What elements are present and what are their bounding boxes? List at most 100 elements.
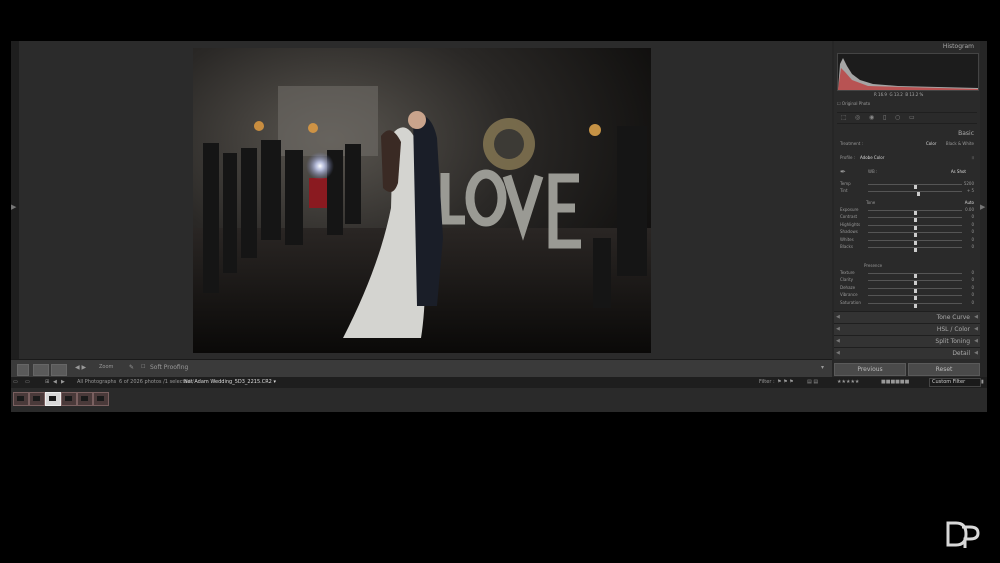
filmstrip-thumbnail[interactable] [93,392,109,406]
slider-track[interactable] [868,273,962,278]
color-label-filter[interactable]: ■■■■■■ [881,379,909,385]
main-window-icon[interactable]: ▭ [13,379,18,385]
slider-label: Exposure [840,207,859,212]
filmstrip-thumbnail[interactable] [13,392,29,406]
slider-knob[interactable] [914,303,917,308]
collapse-right-panel-icon[interactable]: ▶ [980,203,987,211]
wb-dropdown[interactable]: As Shot [951,169,966,174]
slider-track[interactable] [868,302,962,308]
filter-toggle-icons[interactable]: ▤ ▤ [807,379,818,385]
slider-value[interactable]: + 5 [967,188,974,193]
slider-track[interactable] [868,191,962,196]
filter-lock-icon[interactable]: ▮ [981,379,984,385]
slider-value[interactable]: 0 [971,300,974,305]
slider-track[interactable] [868,184,962,189]
spot-tool-icon[interactable]: ✎ [129,364,134,371]
wb-eyedropper-icon[interactable]: ✒ [840,168,846,176]
slider-value[interactable]: 0.00 [965,207,974,212]
presence-vibrance-slider[interactable]: Vibrance 0 [840,292,974,301]
filmstrip-thumbnail[interactable] [61,392,77,406]
prev-next-icon[interactable]: ◀ ▶ [75,364,86,371]
source-label[interactable]: All Photographs [77,379,116,385]
flag-filter-icons[interactable]: ⚑ ⚑ ⚑ [777,379,794,385]
section-detail[interactable]: ◀ Detail ◀ [834,347,980,359]
compare-view-button[interactable] [51,364,67,376]
spot-removal-icon[interactable]: ◎ [855,114,860,121]
adjustment-brush-icon[interactable]: ▭ [909,114,915,121]
slider-track[interactable] [868,280,962,286]
treatment-bw-option[interactable]: Black & White [946,141,974,146]
filmstrip-thumbnail-selected[interactable] [45,392,61,406]
slider-track[interactable] [868,232,962,238]
graduated-filter-icon[interactable]: ▯ [883,114,886,121]
slider-knob[interactable] [916,192,920,196]
expand-left-panel-icon[interactable]: ▶ [11,203,16,211]
slider-track[interactable] [868,239,962,245]
slider-track[interactable] [868,210,962,215]
slider-track[interactable] [868,217,962,223]
basic-title[interactable]: Basic [958,130,974,137]
tone-exposure-slider[interactable]: Exposure 0.00 [840,207,974,215]
presence-texture-slider[interactable]: Texture 0 [840,270,974,278]
slider-track[interactable] [868,287,962,293]
slider-value[interactable]: 0 [971,277,974,282]
tone-shadows-slider[interactable]: Shadows 0 [840,229,974,238]
second-window-icon[interactable]: ▭ [25,379,30,385]
profile-dropdown[interactable]: Adobe Color [860,155,884,160]
red-eye-icon[interactable]: ◉ [869,114,874,121]
reset-button[interactable]: Reset [908,363,980,376]
histogram-title[interactable]: Histogram [943,43,974,50]
slider-value[interactable]: 0 [971,222,974,227]
section-tone-curve[interactable]: ◀ Tone Curve ◀ [834,311,980,323]
slider-value[interactable]: 0 [971,229,974,234]
filmstrip-thumbnail[interactable] [77,392,93,406]
histogram[interactable] [837,53,979,91]
forward-icon[interactable]: ▶ [61,379,65,385]
wb-tint-slider[interactable]: Tint + 5 [840,188,974,196]
develop-canvas[interactable] [19,41,832,359]
wb-label: WB : [868,169,878,174]
slider-value[interactable]: 0 [971,285,974,290]
custom-filter-dropdown[interactable]: Custom Filter [929,378,981,387]
tone-blacks-slider[interactable]: Blacks 0 [840,244,974,252]
tone-highlights-slider[interactable]: Highlights 0 [840,222,974,230]
loupe-view-button[interactable] [17,364,29,376]
tone-whites-slider[interactable]: Whites 0 [840,237,974,245]
tone-auto-button[interactable]: Auto [965,200,974,205]
treatment-color-option[interactable]: Color [926,141,936,146]
toolbar-menu-icon[interactable]: ▾ [821,364,824,371]
presence-saturation-slider[interactable]: Saturation 0 [840,300,974,308]
slider-value[interactable]: 0 [971,270,974,275]
left-panel-collapsed[interactable]: ▶ [11,41,19,377]
slider-track[interactable] [868,224,962,230]
histogram-r-readout: R 16.9 [874,92,887,97]
wb-temp-slider[interactable]: Temp 5200 [840,181,974,189]
filmstrip-thumbnail[interactable] [29,392,45,406]
soft-proofing-checkbox[interactable]: ☐ [141,364,145,370]
slider-value[interactable]: 0 [971,244,974,249]
photo-preview[interactable] [193,48,651,353]
before-after-button[interactable] [33,364,49,376]
back-icon[interactable]: ◀ [53,379,57,385]
slider-value[interactable]: 5200 [964,181,974,186]
crop-icon[interactable]: ⬚ [841,114,847,121]
slider-value[interactable]: 0 [971,214,974,219]
section-hsl-color[interactable]: ◀ HSL / Color ◀ [834,323,980,335]
tone-contrast-slider[interactable]: Contrast 0 [840,214,974,223]
profile-browser-icon[interactable]: ⁝⁝ [971,155,974,160]
radial-filter-icon[interactable]: ○ [895,114,900,121]
presence-clarity-slider[interactable]: Clarity 0 [840,277,974,286]
section-split-toning[interactable]: ◀ Split Toning ◀ [834,335,980,347]
original-photo-checkbox[interactable]: ☐ Original Photo [837,101,870,106]
slider-value[interactable]: 0 [971,237,974,242]
rating-filter-stars[interactable]: ★★★★★ [837,379,859,385]
slider-knob[interactable] [914,248,917,252]
filename-dropdown[interactable]: Nat Adam Wedding_5D3_2215.CR2 ▾ [184,379,276,385]
slider-value[interactable]: 0 [971,292,974,297]
previous-button[interactable]: Previous [834,363,906,376]
grid-view-icon[interactable]: ⊞ [45,379,49,385]
presence-dehaze-slider[interactable]: Dehaze 0 [840,285,974,293]
slider-track[interactable] [868,295,962,301]
slider-label: Blacks [840,244,853,249]
slider-track[interactable] [868,247,962,252]
